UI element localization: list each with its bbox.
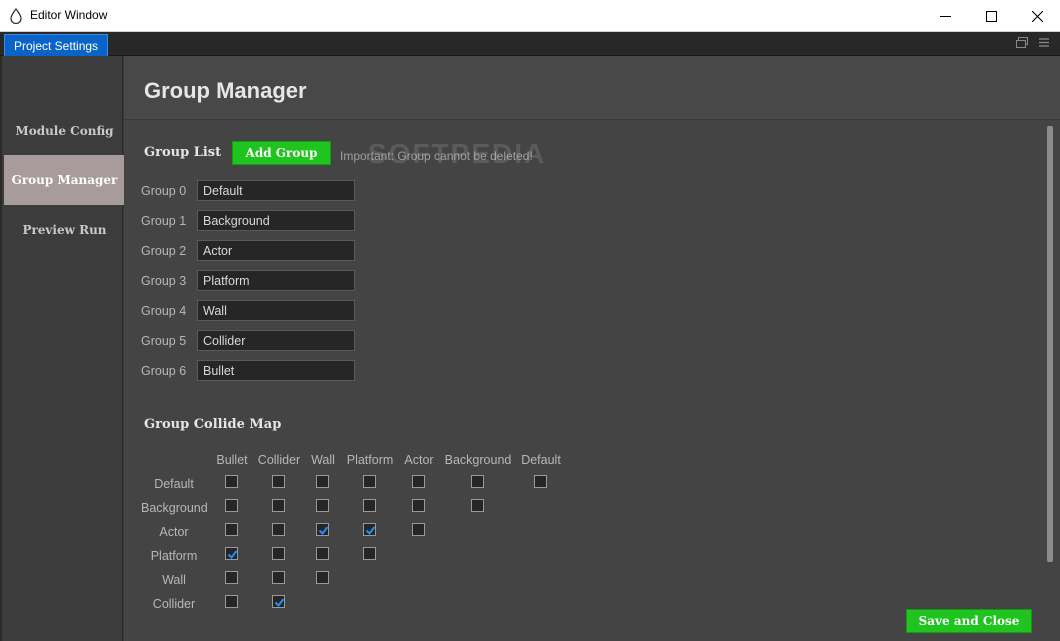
collide-checkbox[interactable] xyxy=(225,571,238,584)
tab-strip: Project Settings xyxy=(0,32,1060,56)
tab-project-settings[interactable]: Project Settings xyxy=(4,34,109,56)
collide-column-header: Wall xyxy=(311,453,335,467)
sidebar-item-preview-run[interactable]: Preview Run xyxy=(4,205,125,255)
sidebar: Module Config Group Manager Preview Run xyxy=(0,56,125,641)
minimize-button[interactable] xyxy=(922,0,968,32)
checkmark-icon xyxy=(365,526,376,536)
sidebar-item-group-manager[interactable]: Group Manager xyxy=(4,155,125,205)
window-title: Editor Window xyxy=(30,8,108,22)
menu-icon[interactable] xyxy=(1038,37,1050,51)
group-label: Group 3 xyxy=(141,274,187,288)
group-name-input[interactable] xyxy=(197,330,355,351)
collide-checkbox-checked[interactable] xyxy=(225,547,238,560)
collide-checkbox[interactable] xyxy=(412,475,425,488)
group-label: Group 6 xyxy=(141,364,187,378)
collide-column-header: Default xyxy=(521,453,561,467)
collide-column-header: Background xyxy=(444,453,512,467)
collide-row-header: Collider xyxy=(152,597,196,611)
group-name-input[interactable] xyxy=(197,180,355,201)
collide-map-title: Group Collide Map xyxy=(144,417,282,432)
collide-checkbox[interactable] xyxy=(316,571,329,584)
collide-checkbox[interactable] xyxy=(471,475,484,488)
collide-checkbox[interactable] xyxy=(363,475,376,488)
collide-checkbox-checked[interactable] xyxy=(363,523,376,536)
collide-column-header: Platform xyxy=(346,453,394,467)
page-title: Group Manager xyxy=(144,78,307,103)
collide-checkbox[interactable] xyxy=(225,499,238,512)
maximize-button[interactable] xyxy=(968,0,1014,32)
add-group-button[interactable]: Add Group xyxy=(232,141,331,165)
sidebar-item-module-config[interactable]: Module Config xyxy=(4,106,125,156)
page-header: Group Manager xyxy=(124,56,1060,120)
checkmark-icon xyxy=(274,598,285,608)
maximize-icon xyxy=(985,10,997,22)
main-panel: Group Manager Group List Add Group Impor… xyxy=(124,56,1060,641)
group-label: Group 1 xyxy=(141,214,187,228)
minimize-icon xyxy=(939,11,951,22)
collide-checkbox[interactable] xyxy=(225,523,238,536)
group-delete-note: Important: Group cannot be deleted! xyxy=(340,149,533,163)
group-name-input[interactable] xyxy=(197,360,355,381)
save-and-close-button[interactable]: Save and Close xyxy=(906,609,1032,633)
collide-checkbox[interactable] xyxy=(272,571,285,584)
collide-checkbox[interactable] xyxy=(363,547,376,560)
close-button[interactable] xyxy=(1014,0,1060,32)
collide-column-header: Bullet xyxy=(216,453,248,467)
collide-column-header: Collider xyxy=(257,453,301,467)
collide-checkbox[interactable] xyxy=(412,523,425,536)
collide-checkbox[interactable] xyxy=(272,499,285,512)
collide-checkbox[interactable] xyxy=(534,475,547,488)
group-label: Group 5 xyxy=(141,334,187,348)
collide-row-header: Actor xyxy=(159,525,189,539)
collide-checkbox-checked[interactable] xyxy=(316,523,329,536)
collide-checkbox[interactable] xyxy=(316,547,329,560)
group-list-title: Group List xyxy=(144,145,222,160)
content-scroll-area[interactable]: Group List Add Group Important: Group ca… xyxy=(124,121,1044,641)
collide-row-header: Background xyxy=(141,501,208,515)
collide-checkbox[interactable] xyxy=(225,595,238,608)
checkmark-icon xyxy=(227,550,238,560)
droplet-icon xyxy=(9,7,23,25)
title-bar: Editor Window xyxy=(0,0,1060,32)
collide-checkbox[interactable] xyxy=(272,475,285,488)
close-icon xyxy=(1031,10,1043,22)
collide-checkbox[interactable] xyxy=(316,475,329,488)
checkmark-icon xyxy=(318,526,329,536)
group-name-input[interactable] xyxy=(197,270,355,291)
collide-checkbox-checked[interactable] xyxy=(272,595,285,608)
group-name-input[interactable] xyxy=(197,240,355,261)
collide-row-header: Platform xyxy=(150,549,198,563)
collide-checkbox[interactable] xyxy=(225,475,238,488)
collide-row-header: Wall xyxy=(162,573,186,587)
collide-checkbox[interactable] xyxy=(363,499,376,512)
collide-checkbox[interactable] xyxy=(471,499,484,512)
collide-column-header: Actor xyxy=(404,453,434,467)
collide-row-header: Default xyxy=(154,477,194,491)
vertical-scrollbar[interactable] xyxy=(1047,126,1053,562)
restore-icon[interactable] xyxy=(1016,37,1028,51)
collide-checkbox[interactable] xyxy=(316,499,329,512)
group-label: Group 0 xyxy=(141,184,187,198)
collide-checkbox[interactable] xyxy=(412,499,425,512)
group-name-input[interactable] xyxy=(197,210,355,231)
group-label: Group 2 xyxy=(141,244,187,258)
group-name-input[interactable] xyxy=(197,300,355,321)
group-label: Group 4 xyxy=(141,304,187,318)
scrollbar-thumb[interactable] xyxy=(1047,126,1053,562)
collide-checkbox[interactable] xyxy=(272,547,285,560)
collide-checkbox[interactable] xyxy=(272,523,285,536)
